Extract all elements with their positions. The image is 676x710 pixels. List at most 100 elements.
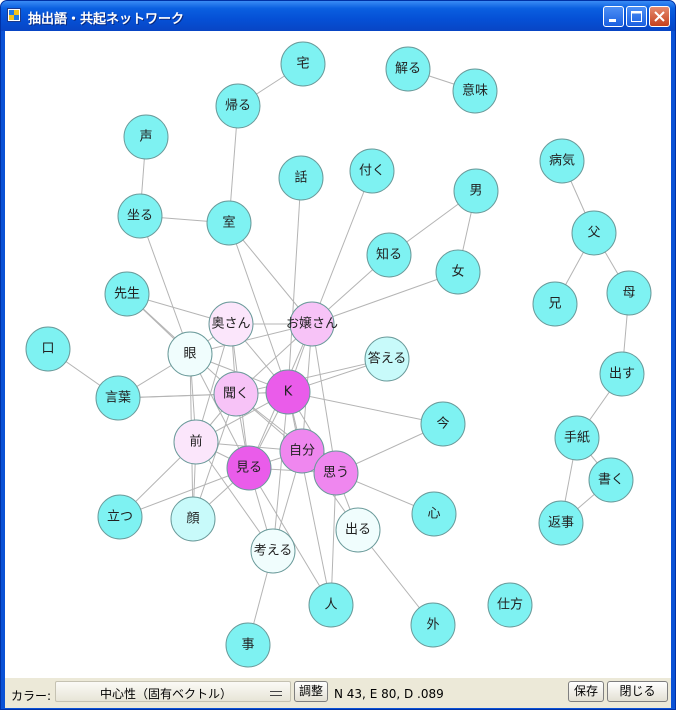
network-node[interactable]: 聞く xyxy=(213,371,259,417)
node-label: 顔 xyxy=(186,512,199,527)
node-label: 返事 xyxy=(548,516,574,531)
network-node[interactable]: 仕方 xyxy=(487,582,533,628)
app-icon xyxy=(7,8,21,22)
close-button[interactable]: 閉じる xyxy=(607,681,668,702)
color-label: カラー: xyxy=(11,689,52,703)
network-node[interactable]: 付く xyxy=(349,148,395,194)
node-label: 話 xyxy=(294,170,307,186)
color-select[interactable]: 中心性（固有ベクトル） xyxy=(55,681,291,702)
window-client: 宅 解る意味帰る声病気話 付く 男坐る 室父知る女 先生 母兄奥さん お嬢さん口 眼 答える出す言… xyxy=(5,31,671,708)
edge xyxy=(235,358,388,395)
node-label: 意味 xyxy=(462,83,488,99)
node-label: 知る xyxy=(376,247,402,263)
maximize-icon xyxy=(631,11,642,22)
bottom-toolbar: カラー: 中心性（固有ベクトル） 調整 N 43, E 80, D .089 保… xyxy=(5,677,671,708)
minimize-button[interactable] xyxy=(603,6,624,27)
node-label: 奥さん xyxy=(211,317,250,332)
node-label: 前 xyxy=(189,434,202,450)
network-node[interactable]: 前 xyxy=(173,419,219,465)
edge xyxy=(287,391,332,606)
save-button[interactable]: 保存 xyxy=(568,681,604,702)
node-label: 事 xyxy=(241,638,254,653)
network-node[interactable]: 出す xyxy=(599,351,645,397)
node-label: 口 xyxy=(41,342,54,357)
network-stats: N 43, E 80, D .089 xyxy=(334,687,444,701)
node-label: 女 xyxy=(451,264,464,280)
node-label: 外 xyxy=(426,618,439,633)
network-node[interactable]: 人 xyxy=(308,582,354,628)
network-node[interactable]: 奥さん xyxy=(208,301,254,347)
adjust-button[interactable]: 調整 xyxy=(294,681,328,702)
network-node[interactable]: 宅 xyxy=(280,41,326,87)
node-label: 考える xyxy=(254,544,293,559)
network-node[interactable]: 返事 xyxy=(538,500,584,546)
close-window-button[interactable] xyxy=(649,6,670,27)
network-node[interactable]: 解る xyxy=(385,46,431,92)
node-label: 出る xyxy=(345,523,371,538)
network-node[interactable]: 心 xyxy=(411,491,457,537)
node-label: 答える xyxy=(368,351,407,367)
co-occurrence-network: 宅 解る意味帰る声病気話 付く 男坐る 室父知る女 先生 母兄奥さん お嬢さん口 眼 答える出す言… xyxy=(25,41,652,668)
node-label: お嬢さん xyxy=(286,317,338,332)
network-node[interactable]: K xyxy=(265,369,311,415)
edge xyxy=(287,391,444,425)
node-label: 出す xyxy=(609,367,635,382)
node-label: 眼 xyxy=(183,347,196,362)
network-node[interactable]: 思う xyxy=(313,450,359,496)
network-node[interactable]: 手紙 xyxy=(554,415,600,461)
network-node[interactable]: 事 xyxy=(225,622,271,668)
network-node[interactable]: 先生 xyxy=(104,271,150,317)
network-node[interactable]: 答える xyxy=(364,336,410,382)
network-node[interactable]: 母 xyxy=(606,270,652,316)
node-label: 室 xyxy=(222,215,235,231)
edge xyxy=(311,170,373,325)
node-label: 思う xyxy=(323,466,349,481)
network-node[interactable]: 声 xyxy=(123,114,169,160)
network-node[interactable]: 父 xyxy=(571,210,617,256)
node-label: 父 xyxy=(587,226,600,241)
node-label: 仕方 xyxy=(497,597,523,613)
network-node[interactable]: 話 xyxy=(278,155,324,201)
node-label: 宅 xyxy=(296,57,309,72)
network-node[interactable]: 知る xyxy=(366,232,412,278)
node-label: 書く xyxy=(598,473,624,488)
node-label: 母 xyxy=(622,286,635,301)
network-node[interactable]: 外 xyxy=(410,602,456,648)
maximize-button[interactable] xyxy=(626,6,647,27)
network-node[interactable]: 坐る xyxy=(117,193,163,239)
network-canvas: 宅 解る意味帰る声病気話 付く 男坐る 室父知る女 先生 母兄奥さん お嬢さん口 眼 答える出す言… xyxy=(5,31,671,677)
network-node[interactable]: 室 xyxy=(206,200,252,246)
node-label: 人 xyxy=(324,598,337,613)
app-window: 抽出語・共起ネットワーク 宅 解る意味帰る声病気話 付く 男坐る 室父知る女 先生 母兄奥さ… xyxy=(0,0,676,710)
network-node[interactable]: 出る xyxy=(335,507,381,553)
network-node[interactable]: 書く xyxy=(588,457,634,503)
node-label: 兄 xyxy=(548,297,561,312)
network-node[interactable]: 眼 xyxy=(167,331,213,377)
network-node[interactable]: 口 xyxy=(25,326,71,372)
network-node[interactable]: 病気 xyxy=(539,138,585,184)
network-node[interactable]: 言葉 xyxy=(95,375,141,421)
node-label: 手紙 xyxy=(564,431,590,446)
network-node[interactable]: 見る xyxy=(226,445,272,491)
minimize-icon xyxy=(609,19,616,22)
window-title: 抽出語・共起ネットワーク xyxy=(28,12,185,27)
network-node[interactable]: 立つ xyxy=(97,494,143,540)
node-label: 解る xyxy=(395,62,421,77)
network-node[interactable]: 帰る xyxy=(215,83,261,129)
network-node[interactable]: 顔 xyxy=(170,496,216,542)
node-label: 帰る xyxy=(225,98,251,114)
network-node[interactable]: 考える xyxy=(250,528,296,574)
node-label: 声 xyxy=(139,130,152,145)
title-bar[interactable]: 抽出語・共起ネットワーク xyxy=(1,1,675,31)
network-node[interactable]: お嬢さん xyxy=(286,301,338,347)
node-label: 付く xyxy=(359,164,385,179)
network-node[interactable]: 今 xyxy=(420,401,466,447)
node-label: 自分 xyxy=(289,444,315,459)
node-label: 心 xyxy=(427,507,440,522)
network-node[interactable]: 兄 xyxy=(532,281,578,327)
node-label: 立つ xyxy=(107,510,133,525)
network-node[interactable]: 意味 xyxy=(452,68,498,114)
network-node[interactable]: 女 xyxy=(435,249,481,295)
node-label: 今 xyxy=(436,416,449,432)
network-node[interactable]: 男 xyxy=(453,168,499,214)
